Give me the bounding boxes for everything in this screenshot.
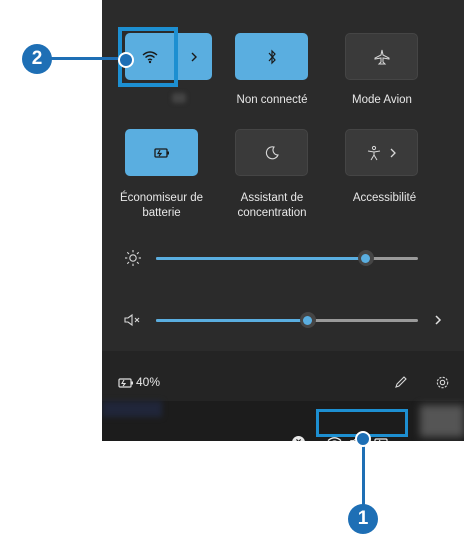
battery-saver-label-line1: Économiseur de <box>119 192 204 204</box>
volume-slider[interactable] <box>156 319 418 322</box>
brightness-thumb[interactable] <box>357 250 374 266</box>
battery-icon[interactable] <box>374 438 390 441</box>
accessibility-icon <box>367 145 380 160</box>
airplane-label: Mode Avion <box>352 94 412 106</box>
bluetooth-toggle[interactable] <box>235 33 308 80</box>
volume-fill <box>156 319 308 322</box>
chevron-right-icon[interactable] <box>434 314 442 326</box>
quick-settings-footer: 40% <box>102 351 464 401</box>
focus-assist-label-line1: Assistant de <box>240 192 304 204</box>
moon-icon <box>265 145 279 159</box>
airplane-toggle[interactable] <box>345 33 418 80</box>
brightness-slider[interactable] <box>156 257 418 260</box>
battery-saver-label: Économiseur de batterie <box>110 191 213 221</box>
volume-thumb[interactable] <box>299 312 316 328</box>
battery-saver-label-line2: batterie <box>142 207 181 219</box>
callout-one-line <box>362 437 365 508</box>
battery-percent: 40% <box>136 375 161 389</box>
focus-assist-label: Assistant de concentration <box>222 191 322 221</box>
brightness-fill <box>156 257 366 260</box>
focus-assist-label-line2: concentration <box>237 207 307 219</box>
sun-icon <box>125 250 141 266</box>
taskbar: × <box>102 401 464 441</box>
callout-one-badge: 1 <box>348 504 378 534</box>
callout-two-badge: 2 <box>22 44 52 74</box>
chevron-right-icon <box>390 148 396 157</box>
focus-assist-toggle[interactable] <box>235 129 308 176</box>
wifi-expand-button[interactable] <box>175 33 212 80</box>
chevron-up-icon[interactable] <box>265 440 277 441</box>
battery-icon <box>118 378 133 388</box>
airplane-icon <box>374 49 389 64</box>
close-circle-icon[interactable]: × <box>292 436 305 441</box>
wifi-label-blurred <box>172 93 186 103</box>
battery-saver-icon <box>153 147 169 158</box>
taskbar-blurred-clock <box>420 405 464 437</box>
bluetooth-label: Non connecté <box>236 94 308 106</box>
chevron-right-icon <box>191 52 197 61</box>
callout-one-dot <box>355 431 371 447</box>
pencil-icon[interactable] <box>394 375 408 389</box>
speaker-muted-icon <box>124 313 140 327</box>
battery-saver-toggle[interactable] <box>125 129 198 176</box>
callout-two-dot <box>118 52 134 68</box>
gear-icon[interactable] <box>435 375 450 390</box>
accessibility-label: Accessibilité <box>352 192 417 204</box>
accessibility-toggle[interactable] <box>345 129 418 176</box>
taskbar-blurred-left <box>102 401 162 417</box>
callout-two-line <box>44 57 120 60</box>
bluetooth-icon <box>268 49 276 64</box>
